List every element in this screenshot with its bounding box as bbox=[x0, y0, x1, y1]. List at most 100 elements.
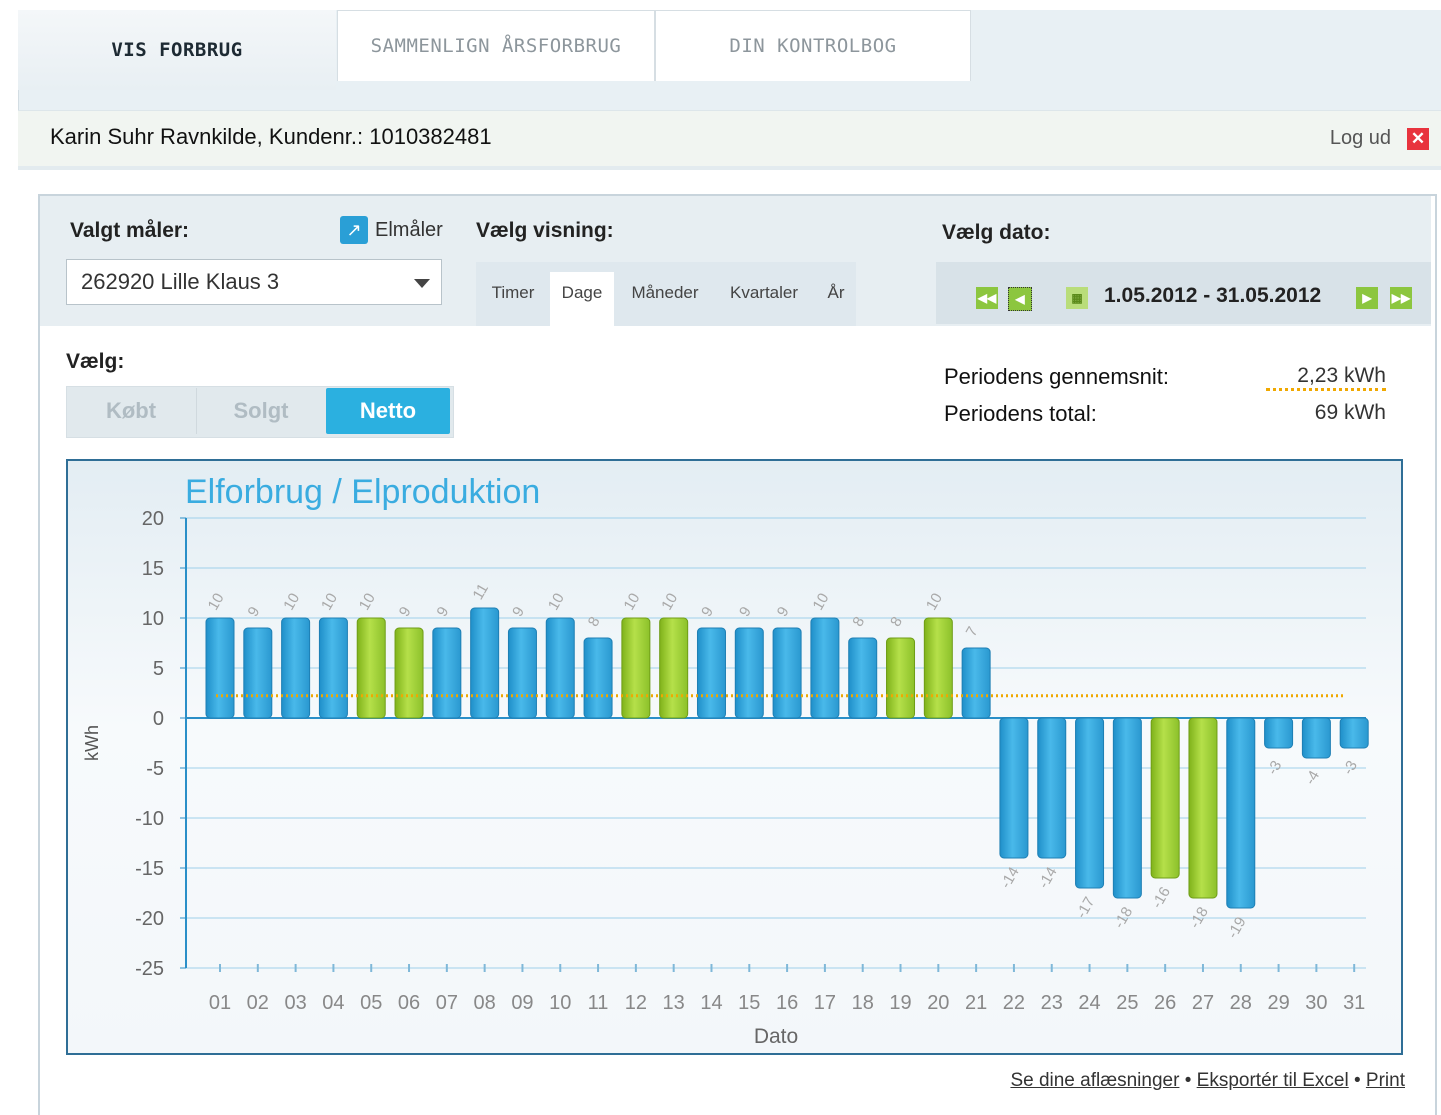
data-label-27: -18 bbox=[1186, 904, 1212, 931]
x-tick-label-05: 05 bbox=[360, 992, 382, 1014]
calendar-icon[interactable]: ▦ bbox=[1066, 287, 1088, 309]
link-eksport-excel[interactable]: Eksportér til Excel bbox=[1197, 1070, 1349, 1091]
bar-20 bbox=[923, 617, 953, 719]
bar-02 bbox=[243, 627, 273, 719]
x-tick-label-28: 28 bbox=[1230, 992, 1252, 1014]
y-tick-label: -5 bbox=[146, 758, 164, 780]
close-icon[interactable]: ✕ bbox=[1407, 128, 1429, 150]
x-tick-label-23: 23 bbox=[1041, 992, 1063, 1014]
footer-separator: • bbox=[1353, 1070, 1361, 1091]
bar-25 bbox=[1112, 717, 1142, 899]
bar-06 bbox=[394, 627, 424, 719]
data-label-20: 10 bbox=[923, 590, 946, 613]
y-tick-label: -10 bbox=[135, 808, 164, 830]
view-option-kvartaler[interactable]: Kvartaler bbox=[716, 272, 812, 326]
bar-10 bbox=[545, 617, 575, 719]
logout-link[interactable]: Log ud bbox=[1330, 127, 1391, 150]
bar-26 bbox=[1150, 717, 1180, 879]
data-label-01: 10 bbox=[205, 590, 228, 613]
x-tick-label-31: 31 bbox=[1343, 992, 1365, 1014]
meter-select-value: 262920 Lille Klaus 3 bbox=[81, 269, 280, 294]
data-label-24: -17 bbox=[1073, 894, 1099, 921]
tab-din-kontrolbog[interactable]: DIN KONTROLBOG bbox=[655, 10, 971, 81]
data-label-15: 9 bbox=[736, 604, 755, 620]
x-tick-label-02: 02 bbox=[247, 992, 269, 1014]
x-tick-label-17: 17 bbox=[814, 992, 836, 1014]
customer-separator: , bbox=[256, 124, 263, 149]
x-tick-label-14: 14 bbox=[700, 992, 722, 1014]
bar-05 bbox=[356, 617, 386, 719]
toggle-kobt[interactable]: Købt bbox=[68, 388, 194, 434]
elmaler-label: Elmåler bbox=[375, 219, 443, 241]
meter-select[interactable]: 262920 Lille Klaus 3 bbox=[66, 259, 442, 305]
x-tick-label-21: 21 bbox=[965, 992, 987, 1014]
customer-info: Karin Suhr Ravnkilde, Kundenr.: 10103824… bbox=[50, 124, 492, 150]
prev-page-icon[interactable]: ◀ bbox=[1008, 287, 1032, 311]
x-tick-label-01: 01 bbox=[209, 992, 231, 1014]
data-label-12: 10 bbox=[620, 590, 643, 613]
bar-22 bbox=[999, 717, 1029, 859]
x-tick-label-18: 18 bbox=[852, 992, 874, 1014]
average-label: Periodens gennemsnit: bbox=[944, 364, 1170, 389]
view-label: Vælg visning: bbox=[476, 219, 614, 242]
data-label-17: 10 bbox=[809, 590, 832, 613]
data-label-04: 10 bbox=[318, 590, 341, 613]
x-tick-label-10: 10 bbox=[549, 992, 571, 1014]
elmaler-checkbox-icon[interactable]: ↗ bbox=[340, 216, 368, 244]
tab-vis-forbrug[interactable]: VIS FORBRUG bbox=[18, 10, 336, 90]
x-axis-label: Dato bbox=[754, 1025, 798, 1048]
last-page-icon[interactable]: ▶▶ bbox=[1390, 287, 1412, 309]
view-option-dage[interactable]: Dage bbox=[550, 272, 614, 326]
y-axis-label: kWh bbox=[82, 725, 102, 761]
grid-layer bbox=[180, 517, 1366, 972]
data-label-09: 9 bbox=[509, 604, 528, 620]
data-label-18: 8 bbox=[849, 614, 868, 630]
chevron-down-icon[interactable] bbox=[414, 279, 430, 288]
x-tick-label-13: 13 bbox=[663, 992, 685, 1014]
customer-number-label: Kundenr.: bbox=[268, 124, 364, 149]
toggle-solgt[interactable]: Solgt bbox=[196, 388, 325, 434]
bar-21 bbox=[961, 647, 991, 719]
meter-label: Valgt måler: bbox=[70, 219, 190, 242]
customer-name: Karin Suhr Ravnkilde bbox=[50, 124, 257, 149]
data-label-26: -16 bbox=[1148, 884, 1174, 911]
date-label: Vælg dato: bbox=[942, 221, 1051, 244]
toggle-netto[interactable]: Netto bbox=[326, 388, 450, 434]
data-label-02: 9 bbox=[244, 604, 263, 620]
data-label-13: 10 bbox=[658, 590, 681, 613]
bar-29 bbox=[1264, 717, 1294, 749]
bar-03 bbox=[281, 617, 311, 719]
link-print[interactable]: Print bbox=[1366, 1070, 1405, 1091]
footer-links: Se dine aflæsninger • Eksportér til Exce… bbox=[1010, 1070, 1405, 1092]
x-tick-label-16: 16 bbox=[776, 992, 798, 1014]
bar-27 bbox=[1188, 717, 1218, 899]
bar-24 bbox=[1075, 717, 1105, 889]
data-label-07: 9 bbox=[433, 604, 452, 620]
data-label-29: -3 bbox=[1264, 758, 1285, 778]
y-tick-label: -25 bbox=[135, 958, 164, 980]
bar-14 bbox=[696, 627, 726, 719]
y-tick-label: 5 bbox=[153, 658, 164, 680]
data-label-25: -18 bbox=[1111, 904, 1137, 931]
x-tick-label-06: 06 bbox=[398, 992, 420, 1014]
view-option-timer[interactable]: Timer bbox=[482, 272, 544, 326]
average-value: 2,23 kWh bbox=[1266, 364, 1386, 391]
bar-17 bbox=[810, 617, 840, 719]
bar-04 bbox=[318, 617, 348, 719]
view-option-maneder[interactable]: Måneder bbox=[622, 272, 708, 326]
x-tick-label-08: 08 bbox=[474, 992, 496, 1014]
first-page-icon[interactable]: ◀◀ bbox=[976, 287, 998, 309]
view-option-ar[interactable]: År bbox=[816, 272, 856, 326]
link-se-aflaesninger[interactable]: Se dine aflæsninger bbox=[1010, 1070, 1179, 1091]
tab-sammenlign-arsforbrug[interactable]: SAMMENLIGN ÅRSFORBRUG bbox=[337, 10, 655, 81]
x-tick-label-03: 03 bbox=[284, 992, 306, 1014]
bar-19 bbox=[886, 637, 916, 719]
y-tick-label: -15 bbox=[135, 858, 164, 880]
next-page-icon[interactable]: ▶ bbox=[1356, 287, 1378, 309]
data-label-08: 11 bbox=[469, 581, 492, 603]
x-tick-label-12: 12 bbox=[625, 992, 647, 1014]
x-tick-label-27: 27 bbox=[1192, 992, 1214, 1014]
x-tick-label-22: 22 bbox=[1003, 992, 1025, 1014]
data-label-11: 8 bbox=[585, 614, 604, 630]
y-tick-label: -20 bbox=[135, 908, 164, 930]
